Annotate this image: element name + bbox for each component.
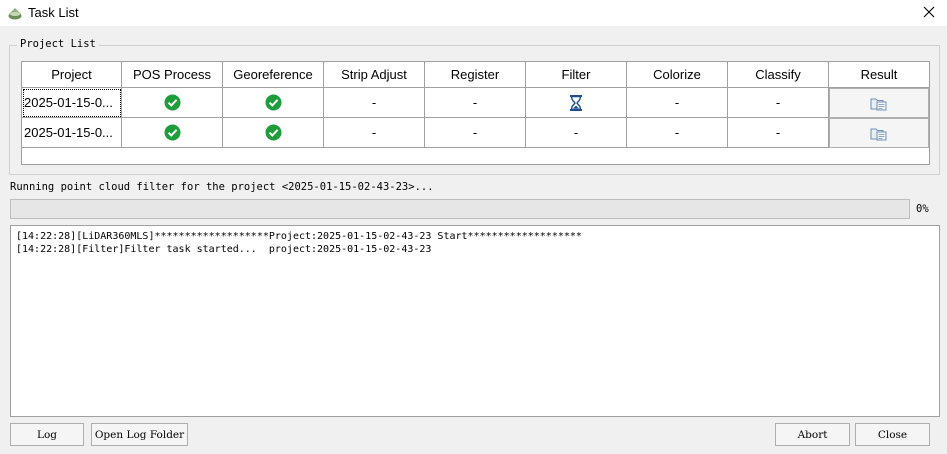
log-output[interactable]: [14:22:28][LiDAR360MLS]*****************… [10, 225, 940, 417]
column-header-georeference[interactable]: Georeference [223, 62, 324, 88]
app-logo-icon [8, 8, 22, 20]
classify-status: - [728, 118, 829, 148]
filter-status: - [526, 118, 627, 148]
folder-icon [870, 128, 887, 140]
register-status: - [425, 88, 526, 118]
folder-icon [870, 98, 887, 110]
progress-bar [10, 199, 910, 219]
close-window-button[interactable] [916, 1, 942, 23]
window-title: Task List [28, 5, 79, 20]
column-header-filter[interactable]: Filter [526, 62, 627, 88]
strip-adjust-status: - [324, 118, 425, 148]
classify-status: - [728, 88, 829, 118]
colorize-status: - [627, 88, 728, 118]
column-header-classify[interactable]: Classify [728, 62, 829, 88]
column-header-register[interactable]: Register [425, 62, 526, 88]
column-header-strip-adjust[interactable]: Strip Adjust [324, 62, 425, 88]
check-circle-icon [265, 94, 281, 111]
register-status: - [425, 118, 526, 148]
open-result-button[interactable] [829, 88, 929, 118]
pos-process-status [122, 88, 223, 118]
georeference-status [223, 88, 324, 118]
check-circle-icon [265, 124, 281, 141]
hourglass-icon [570, 94, 582, 111]
progress-percent: 0% [916, 203, 929, 215]
status-message: Running point cloud filter for the proje… [10, 181, 434, 193]
open-log-folder-button[interactable]: Open Log Folder [91, 423, 188, 446]
close-icon [923, 6, 935, 18]
strip-adjust-status: - [324, 88, 425, 118]
close-button[interactable]: Close [855, 423, 930, 446]
abort-button[interactable]: Abort [775, 423, 850, 446]
filter-status [526, 88, 627, 118]
column-header-colorize[interactable]: Colorize [627, 62, 728, 88]
column-header-result[interactable]: Result [829, 62, 929, 88]
pos-process-status [122, 118, 223, 148]
check-circle-icon [164, 124, 180, 141]
open-result-button[interactable] [829, 118, 929, 148]
log-button[interactable]: Log [10, 423, 84, 446]
table-row-project-name[interactable]: 2025-01-15-0... [22, 118, 122, 148]
colorize-status: - [627, 118, 728, 148]
column-header-project[interactable]: Project [22, 62, 122, 88]
project-table: Project POS Process Georeference Strip A… [21, 61, 930, 165]
table-row-project-name[interactable]: 2025-01-15-0... [22, 88, 122, 118]
column-header-pos-process[interactable]: POS Process [122, 62, 223, 88]
log-line: [14:22:28][LiDAR360MLS]*****************… [16, 231, 582, 242]
check-circle-icon [164, 94, 180, 111]
georeference-status [223, 118, 324, 148]
project-list-legend: Project List [17, 38, 99, 50]
log-line: [14:22:28][Filter]Filter task started...… [16, 244, 432, 255]
title-bar: Task List [0, 0, 947, 26]
